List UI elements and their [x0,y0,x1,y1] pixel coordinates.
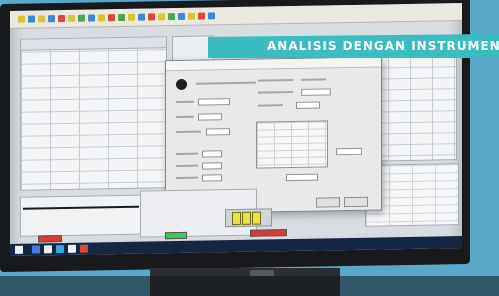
taskbar-app-icon[interactable] [32,245,40,254]
dialog-label [196,81,256,85]
log-panel-divider [23,205,139,210]
dialog-label [176,130,201,134]
toolbar-icon[interactable] [108,14,115,22]
toolbar-icon[interactable] [18,15,25,23]
dialog-label [258,79,293,82]
dialog-label [176,115,194,119]
vial-icon [242,211,251,225]
dialog-field[interactable] [206,128,230,136]
dialog-label [258,104,283,107]
dialog-field[interactable] [296,101,320,109]
toolbar-icon[interactable] [198,12,205,20]
dialog-label [176,100,194,104]
dialog-button[interactable] [316,197,340,208]
banner-title: ANALISIS DENGAN INSTRUMEN [267,39,499,53]
worksheet-header-row [21,37,166,51]
dialog-field[interactable] [286,173,318,182]
vial-icon [252,211,261,225]
dialog-field[interactable] [202,174,222,182]
toolbar-icon[interactable] [138,13,145,21]
dialog-data-table[interactable] [256,120,328,169]
dialog-label [176,152,198,156]
dialog-label [301,78,326,81]
taskbar-app-icon[interactable] [68,244,76,253]
status-indicator-green [165,231,187,240]
photo-frame: ANALISIS DENGAN INSTRUMEN [0,0,499,296]
toolbar-icon[interactable] [178,12,185,21]
toolbar-icon[interactable] [148,13,155,21]
desk-shadow [0,276,499,296]
toolbar-icon[interactable] [68,14,75,22]
dialog-field[interactable] [301,88,331,96]
autosampler-tray [225,208,272,228]
toolbar-icon[interactable] [88,14,95,22]
status-indicator-red [250,229,287,237]
toolbar-icon[interactable] [38,15,45,23]
toolbar-icon[interactable] [78,14,85,22]
taskbar-app-icon[interactable] [80,244,88,253]
dialog-button[interactable] [344,196,368,208]
dialog-field[interactable] [202,162,222,170]
dialog-field[interactable] [202,150,222,158]
toolbar-icon[interactable] [128,13,135,21]
dialog-field[interactable] [198,98,230,106]
toolbar-icon[interactable] [48,15,55,23]
toolbar-icon[interactable] [58,14,65,23]
toolbar-icon[interactable] [188,12,195,20]
toolbar-icon[interactable] [118,13,125,22]
windows-start-icon[interactable] [15,245,23,254]
photo-scene: ANALISIS DENGAN INSTRUMEN [0,0,499,296]
dialog-title-bar [166,57,381,72]
vial-icon [232,211,241,226]
dialog-field[interactable] [336,147,362,156]
toolbar-icon[interactable] [98,14,105,22]
toolbar-icon[interactable] [168,13,175,21]
log-panel [20,194,142,237]
toolbar-icon[interactable] [28,15,35,23]
instrument-icon [176,78,187,91]
sample-worksheet-grid[interactable] [20,36,167,191]
dialog-field[interactable] [198,113,222,121]
status-indicator-red [38,235,62,243]
dialog-label [176,176,198,180]
toolbar-icon[interactable] [208,12,215,20]
dialog-label [258,91,293,94]
taskbar-app-icon[interactable] [56,245,64,254]
toolbar-icon[interactable] [158,13,165,21]
dialog-label [176,164,198,168]
taskbar-app-icon[interactable] [44,245,52,254]
